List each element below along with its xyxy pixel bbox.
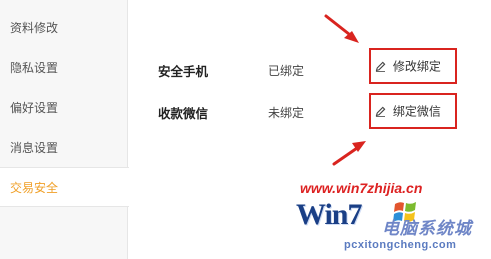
sidebar-item-trade-security[interactable]: 交易安全 bbox=[0, 167, 129, 207]
watermark-site: pcxitongcheng.com bbox=[344, 239, 457, 251]
settings-sidebar: 资料修改 隐私设置 偏好设置 消息设置 交易安全 bbox=[0, 0, 129, 259]
bind-wechat-label: 绑定微信 bbox=[392, 104, 441, 119]
watermark-brand: 电脑系统城 bbox=[382, 219, 472, 239]
sidebar-item-profile-edit[interactable]: 资料修改 bbox=[0, 8, 128, 48]
secure-phone-label: 安全手机 bbox=[158, 64, 209, 79]
modify-binding-button[interactable]: 修改绑定 bbox=[369, 48, 457, 84]
pencil-icon bbox=[375, 61, 386, 72]
sidebar-item-notifications[interactable]: 消息设置 bbox=[0, 128, 128, 168]
sidebar-item-privacy[interactable]: 隐私设置 bbox=[0, 48, 128, 88]
bind-wechat-button[interactable]: 绑定微信 bbox=[369, 93, 457, 129]
payout-wechat-status: 未绑定 bbox=[268, 106, 305, 120]
sidebar-item-preferences[interactable]: 偏好设置 bbox=[0, 88, 128, 128]
payout-wechat-label: 收款微信 bbox=[158, 106, 209, 121]
modify-binding-label: 修改绑定 bbox=[392, 59, 441, 74]
watermark-logo-word: Win7 bbox=[296, 198, 362, 231]
watermark-logo: Win7 电脑系统城 pcxitongcheng.com bbox=[296, 198, 491, 251]
red-arrow-icon bbox=[324, 14, 359, 43]
pencil-icon bbox=[375, 106, 386, 117]
watermark-url: www.win7zhijia.cn bbox=[300, 180, 423, 196]
red-arrow-icon bbox=[332, 141, 366, 166]
secure-phone-status: 已绑定 bbox=[268, 64, 305, 78]
